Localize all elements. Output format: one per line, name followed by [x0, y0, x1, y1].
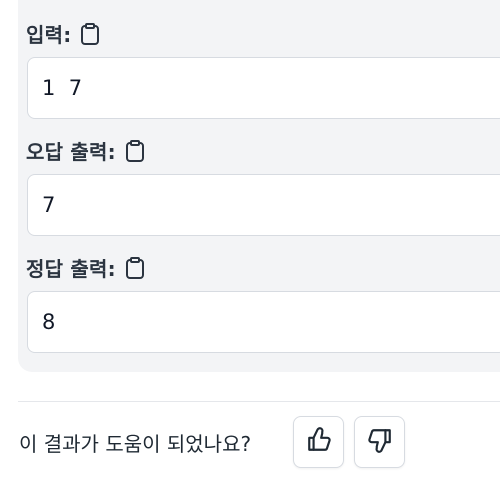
- wrong-output-value: 7: [42, 193, 56, 217]
- thumbs-up-icon: [306, 427, 332, 457]
- thumbs-down-icon: [367, 427, 393, 457]
- correct-output-value: 8: [42, 310, 56, 334]
- correct-output-label-row: 정답 출력:: [26, 253, 146, 282]
- wrong-output-label-row: 오답 출력:: [26, 136, 146, 165]
- input-value-field[interactable]: 1 7: [27, 57, 500, 119]
- input-label-row: 입력:: [26, 19, 101, 48]
- feedback-question: 이 결과가 도움이 되었나요?: [19, 432, 252, 456]
- copy-correct-output-clipboard-icon[interactable]: [124, 256, 146, 280]
- thumbs-down-button[interactable]: [354, 416, 405, 468]
- copy-wrong-output-clipboard-icon[interactable]: [124, 139, 146, 163]
- wrong-output-label: 오답 출력:: [26, 140, 116, 164]
- wrong-output-value-field[interactable]: 7: [27, 174, 500, 236]
- copy-input-clipboard-icon[interactable]: [79, 22, 101, 46]
- thumbs-up-button[interactable]: [293, 416, 344, 468]
- divider: [18, 401, 500, 402]
- input-label: 입력:: [26, 23, 72, 47]
- correct-output-label: 정답 출력:: [26, 257, 116, 281]
- correct-output-value-field[interactable]: 8: [27, 291, 500, 353]
- input-value: 1 7: [42, 76, 83, 100]
